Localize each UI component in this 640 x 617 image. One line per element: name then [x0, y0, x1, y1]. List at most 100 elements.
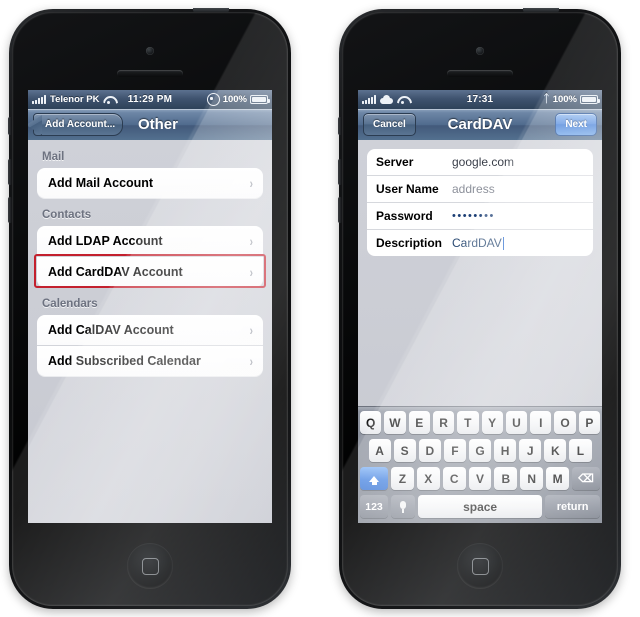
- ring-silent-switch[interactable]: [338, 117, 342, 135]
- numeric-key[interactable]: 123: [360, 495, 388, 518]
- key-B[interactable]: B: [494, 467, 518, 490]
- password-input[interactable]: ••••••••: [452, 210, 495, 222]
- left-status-right-group: 100%: [206, 93, 270, 106]
- username-input[interactable]: address: [452, 182, 495, 196]
- keyboard-row-4: 123 space return: [360, 495, 600, 518]
- list-item-add-carddav-account[interactable]: Add CardDAV Account ›: [37, 256, 263, 287]
- text-caret: [502, 236, 505, 250]
- chevron-right-icon: ›: [249, 233, 254, 249]
- form-row-username[interactable]: User Name address: [367, 175, 593, 202]
- key-P[interactable]: P: [578, 411, 600, 434]
- battery-percent-label: 100%: [222, 94, 247, 105]
- key-F[interactable]: F: [443, 439, 466, 462]
- key-Z[interactable]: Z: [391, 467, 414, 490]
- list-item-add-caldav-account[interactable]: Add CalDAV Account ›: [37, 315, 263, 345]
- username-label: User Name: [376, 182, 439, 196]
- back-button-add-account[interactable]: Add Account...: [33, 113, 124, 136]
- server-label: Server: [376, 155, 414, 169]
- list-item-add-mail-account[interactable]: Add Mail Account ›: [37, 168, 263, 198]
- chevron-right-icon: ›: [249, 353, 254, 369]
- shift-arrow-icon: [369, 475, 379, 485]
- key-M[interactable]: M: [546, 467, 570, 490]
- key-O[interactable]: O: [554, 411, 576, 434]
- earpiece-speaker: [117, 70, 183, 77]
- space-key[interactable]: space: [418, 495, 543, 518]
- keyboard-row-1: Q W E R T Y U I O P: [360, 411, 600, 434]
- key-U[interactable]: U: [505, 411, 528, 434]
- next-button[interactable]: Next: [555, 113, 597, 136]
- backspace-icon: ⌫: [578, 473, 594, 485]
- key-S[interactable]: S: [393, 439, 416, 462]
- list-item-label: Add LDAP Account: [48, 234, 163, 248]
- key-X[interactable]: X: [416, 467, 440, 490]
- form-row-server[interactable]: Server google.com: [367, 149, 593, 175]
- shift-key[interactable]: [360, 467, 388, 490]
- list-item-label: Add Mail Account: [48, 176, 154, 190]
- home-button[interactable]: [127, 543, 173, 589]
- right-nav-bar: Cancel CardDAV Next: [358, 109, 602, 141]
- chevron-right-icon: ›: [249, 175, 254, 191]
- volume-up-button[interactable]: [338, 159, 342, 185]
- volume-down-button[interactable]: [8, 197, 12, 223]
- volume-down-button[interactable]: [338, 197, 342, 223]
- cancel-button[interactable]: Cancel: [363, 113, 416, 136]
- description-label: Description: [376, 236, 443, 250]
- section-header-mail: Mail: [42, 151, 65, 163]
- volume-up-button[interactable]: [8, 159, 12, 185]
- key-Q[interactable]: Q: [360, 411, 382, 434]
- right-status-bar: 17:31 ᛏ 100%: [358, 90, 602, 109]
- home-button[interactable]: [457, 543, 503, 589]
- row2-right-spacer: [595, 439, 601, 462]
- form-row-password[interactable]: Password ••••••••: [367, 202, 593, 229]
- left-settings-list: Mail Add Mail Account › Contacts Add LDA…: [28, 140, 272, 523]
- key-I[interactable]: I: [530, 411, 552, 434]
- list-item-add-ldap-account[interactable]: Add LDAP Account ›: [37, 226, 263, 256]
- list-item-label: Add CardDAV Account: [48, 265, 183, 279]
- key-H[interactable]: H: [494, 439, 517, 462]
- right-status-right-group: ᛏ 100%: [543, 93, 600, 105]
- key-C[interactable]: C: [442, 467, 466, 490]
- server-input[interactable]: google.com: [452, 155, 514, 169]
- key-D[interactable]: D: [418, 439, 441, 462]
- description-input[interactable]: CardDAV: [452, 236, 502, 250]
- key-Y[interactable]: Y: [481, 411, 503, 434]
- key-T[interactable]: T: [457, 411, 479, 434]
- keyboard-row-2: A S D F G H J K L: [360, 439, 600, 462]
- dictation-key[interactable]: [391, 495, 415, 518]
- carddav-form: Server google.com User Name address Pass…: [358, 140, 602, 523]
- form-row-description[interactable]: Description CardDAV: [367, 229, 593, 256]
- key-W[interactable]: W: [384, 411, 406, 434]
- key-L[interactable]: L: [569, 439, 592, 462]
- chevron-right-icon: ›: [249, 264, 254, 280]
- battery-percent-label: 100%: [552, 94, 577, 105]
- section-header-contacts: Contacts: [42, 209, 92, 221]
- right-phone-screen: 17:31 ᛏ 100% Cancel CardDAV Next Server: [358, 90, 602, 523]
- left-iphone-device: Telenor PK 11:29 PM 100% Add Account... …: [8, 8, 291, 609]
- key-G[interactable]: G: [468, 439, 492, 462]
- keyboard-row-3: Z X C V B N M ⌫: [360, 467, 601, 490]
- front-camera-icon: [476, 47, 484, 55]
- key-E[interactable]: E: [408, 411, 430, 434]
- left-phone-screen: Telenor PK 11:29 PM 100% Add Account... …: [28, 90, 272, 523]
- battery-full-icon: [250, 95, 270, 104]
- backspace-key[interactable]: ⌫: [572, 467, 601, 490]
- form-group-account: Server google.com User Name address Pass…: [367, 149, 593, 256]
- key-K[interactable]: K: [544, 439, 567, 462]
- onscreen-keyboard: Q W E R T Y U I O P A S D F G H J K L Z …: [358, 406, 602, 523]
- bluetooth-icon: ᛏ: [543, 93, 550, 105]
- return-key[interactable]: return: [545, 495, 600, 518]
- list-item-label: Add CalDAV Account: [48, 323, 174, 337]
- left-status-bar: Telenor PK 11:29 PM 100%: [28, 90, 272, 109]
- list-item-label: Add Subscribed Calendar: [48, 354, 201, 368]
- key-A[interactable]: A: [368, 439, 391, 462]
- battery-full-icon: [580, 95, 600, 104]
- microphone-icon: [400, 500, 406, 513]
- key-R[interactable]: R: [432, 411, 455, 434]
- list-item-add-subscribed-calendar[interactable]: Add Subscribed Calendar ›: [37, 345, 263, 376]
- key-V[interactable]: V: [468, 467, 492, 490]
- key-N[interactable]: N: [520, 467, 544, 490]
- earpiece-speaker: [447, 70, 513, 77]
- group-calendars: Add CalDAV Account › Add Subscribed Cale…: [37, 315, 263, 376]
- ring-silent-switch[interactable]: [8, 117, 12, 135]
- key-J[interactable]: J: [519, 439, 542, 462]
